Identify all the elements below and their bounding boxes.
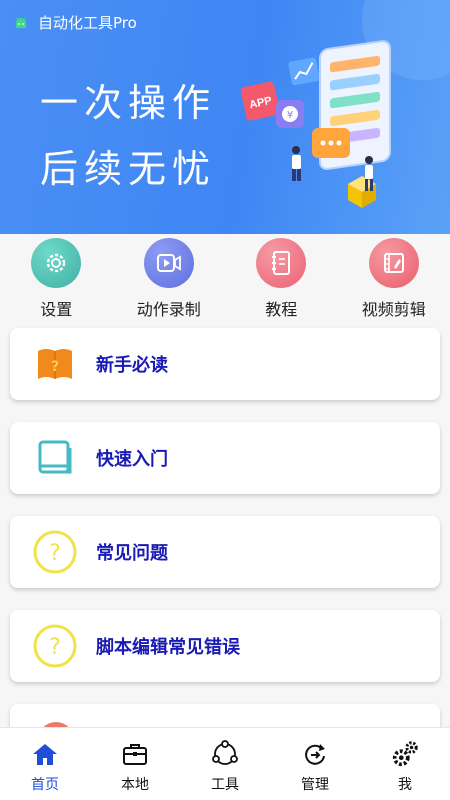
- nav-label: 工具: [211, 777, 239, 793]
- refresh-icon: [301, 740, 329, 768]
- nav-me[interactable]: 我: [360, 728, 450, 800]
- nav-label: 本地: [121, 777, 149, 793]
- nav-local[interactable]: 本地: [90, 728, 180, 800]
- card-script-errors[interactable]: ? 脚本编辑常见错误: [10, 610, 440, 682]
- question-circle-icon: ?: [28, 619, 82, 673]
- android-icon: [16, 16, 26, 28]
- nav-home[interactable]: 首页: [0, 728, 90, 800]
- svg-text:¥: ¥: [287, 110, 293, 121]
- card-beginner-guide[interactable]: ? 新手必读: [10, 328, 440, 400]
- svg-text:?: ?: [49, 635, 61, 660]
- notebook-icon: [256, 238, 307, 288]
- card-faq[interactable]: ? 常见问题: [10, 516, 440, 588]
- nav-tools[interactable]: 工具: [180, 728, 270, 800]
- question-book-icon: ?: [28, 337, 82, 391]
- nav-manage[interactable]: 管理: [270, 728, 360, 800]
- quick-item-tutorial[interactable]: 教程: [225, 234, 338, 322]
- app-title: 自动化工具Pro: [38, 14, 137, 32]
- film-edit-icon: [368, 238, 419, 288]
- gear-icon: [31, 238, 82, 288]
- app-title-bar: 自动化工具Pro: [14, 12, 137, 33]
- nav-label: 管理: [301, 777, 329, 793]
- card-label: 脚本编辑常见错误: [96, 637, 240, 658]
- home-icon: [31, 740, 59, 768]
- quick-item-video-edit[interactable]: 视频剪辑: [338, 234, 450, 322]
- quick-label: 视频剪辑: [361, 300, 426, 319]
- banner-slogan-line2: 后续无忧: [40, 147, 217, 191]
- nav-label: 我: [398, 777, 412, 793]
- card-label: 常见问题: [96, 543, 168, 564]
- quick-label: 设置: [40, 300, 73, 319]
- share-nodes-icon: [211, 740, 239, 768]
- card-label: 新手必读: [96, 355, 168, 376]
- banner-illustration: APP ¥: [240, 0, 450, 208]
- quick-item-settings[interactable]: 设置: [0, 234, 113, 322]
- card-label: 快速入门: [96, 449, 168, 470]
- bottom-navigation: 首页 本地 工具 管理 我: [0, 727, 450, 800]
- gears-icon: [391, 740, 419, 768]
- svg-text:?: ?: [51, 359, 59, 375]
- banner-slogan-line1: 一次操作: [40, 81, 217, 125]
- nav-label: 首页: [31, 777, 59, 793]
- video-record-icon: [143, 238, 194, 288]
- card-quick-start[interactable]: 快速入门: [10, 422, 440, 494]
- quick-item-action-record[interactable]: 动作录制: [113, 234, 226, 322]
- quick-label: 教程: [265, 300, 298, 319]
- question-circle-icon: ?: [28, 525, 82, 579]
- briefcase-icon: [121, 740, 149, 768]
- book-icon: [28, 431, 82, 485]
- quick-label: 动作录制: [136, 300, 201, 319]
- quick-actions: 设置 动作录制 教程 视频剪辑: [0, 234, 450, 322]
- header-banner: 自动化工具Pro 一次操作 后续无忧 APP ¥: [0, 0, 450, 234]
- svg-text:?: ?: [49, 541, 61, 566]
